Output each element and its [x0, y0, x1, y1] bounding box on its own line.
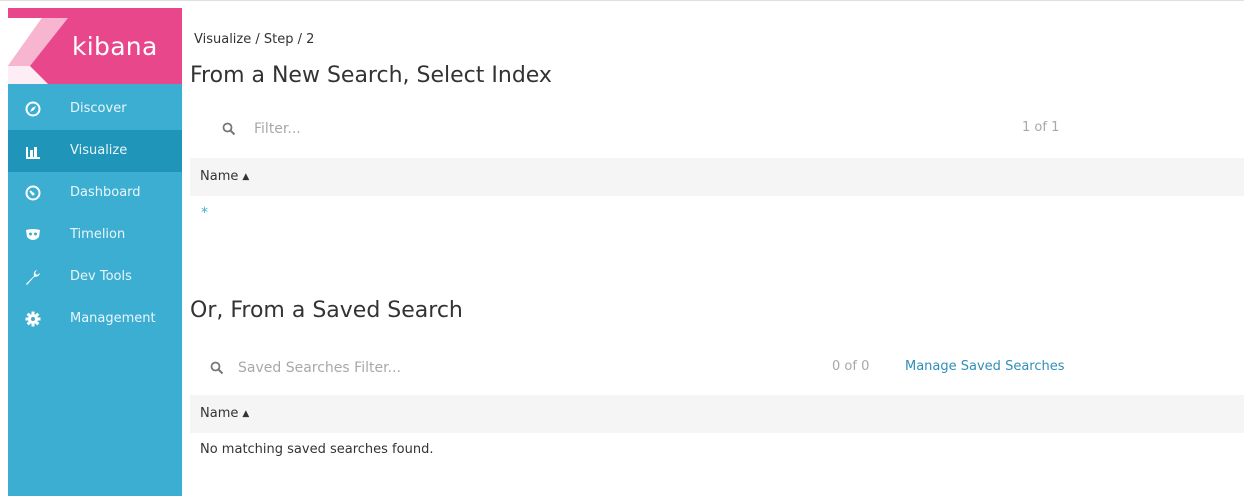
index-count: 1 of 1 — [1022, 120, 1060, 135]
sidebar-item-label: Visualize — [70, 143, 128, 158]
name-column-header[interactable]: Name ▲ — [200, 406, 249, 421]
sort-ascending-icon: ▲ — [242, 172, 250, 182]
sidebar-item-label: Management — [70, 311, 156, 326]
mask-icon — [24, 226, 42, 244]
index-filter-input[interactable] — [254, 118, 854, 140]
kibana-logo-icon — [8, 18, 68, 84]
sidebar-nav: Discover Visualize Dashboard Timelion De… — [8, 88, 182, 340]
search-icon — [210, 360, 224, 375]
sidebar-item-management[interactable]: Management — [8, 298, 182, 340]
compass-icon — [24, 100, 42, 118]
name-column-header[interactable]: Name ▲ — [200, 169, 249, 184]
main-content: Visualize / Step / 2 From a New Search, … — [182, 8, 1244, 496]
search-icon — [222, 121, 236, 136]
gear-icon — [24, 310, 42, 328]
saved-search-count: 0 of 0 — [832, 359, 870, 374]
saved-search-table-header: Name ▲ — [190, 395, 1244, 433]
saved-search-filter-input[interactable] — [238, 357, 798, 379]
sidebar-item-dashboard[interactable]: Dashboard — [8, 172, 182, 214]
sidebar: kibana Discover Visualize Dashboard Time… — [8, 8, 182, 496]
index-pattern-link[interactable]: * — [201, 205, 208, 221]
logo-text: kibana — [72, 32, 158, 61]
section-title: Or, From a Saved Search — [190, 298, 463, 323]
left-edge — [0, 8, 8, 496]
kibana-logo[interactable]: kibana — [8, 8, 182, 84]
manage-saved-searches-link[interactable]: Manage Saved Searches — [905, 359, 1065, 374]
top-border — [0, 0, 1244, 8]
sort-ascending-icon: ▲ — [242, 409, 250, 419]
column-label: Name — [200, 406, 239, 421]
index-table-header: Name ▲ — [190, 158, 1244, 196]
saved-search-filter-bar: 0 of 0 Manage Saved Searches — [202, 348, 1102, 388]
page-title: From a New Search, Select Index — [190, 63, 552, 88]
sidebar-item-label: Timelion — [70, 227, 126, 242]
wrench-icon — [24, 268, 42, 286]
sidebar-item-timelion[interactable]: Timelion — [8, 214, 182, 256]
sidebar-item-label: Dashboard — [70, 185, 141, 200]
sidebar-item-label: Discover — [70, 101, 127, 116]
index-filter-bar: 1 of 1 — [202, 109, 1102, 149]
sidebar-item-discover[interactable]: Discover — [8, 88, 182, 130]
breadcrumb: Visualize / Step / 2 — [194, 32, 315, 47]
sidebar-item-label: Dev Tools — [70, 269, 132, 284]
bar-chart-icon — [24, 142, 42, 160]
empty-message: No matching saved searches found. — [200, 442, 434, 457]
sidebar-item-visualize[interactable]: Visualize — [8, 130, 182, 172]
gauge-icon — [24, 184, 42, 202]
column-label: Name — [200, 169, 239, 184]
sidebar-item-dev-tools[interactable]: Dev Tools — [8, 256, 182, 298]
